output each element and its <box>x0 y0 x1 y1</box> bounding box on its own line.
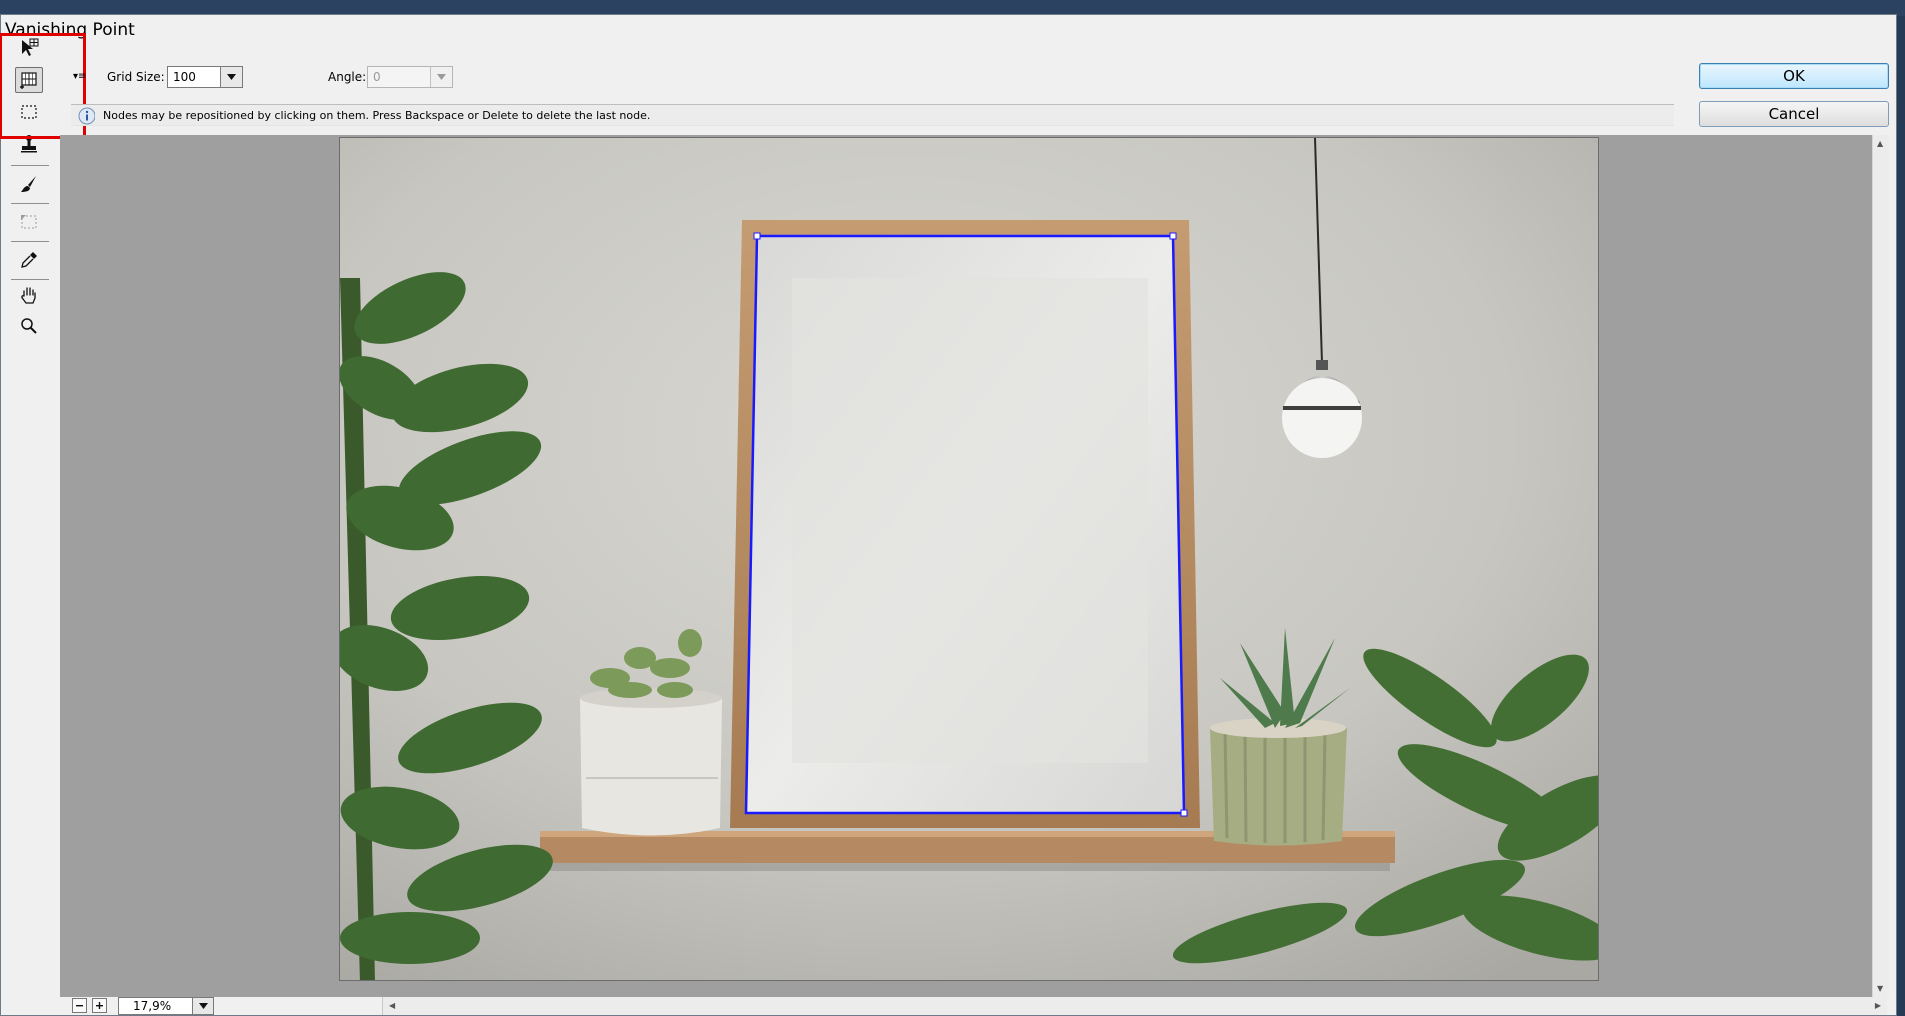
preview-canvas[interactable] <box>60 135 1872 997</box>
toolbox-divider <box>11 203 49 204</box>
scene-illustration <box>340 138 1598 980</box>
horizontal-scrollbar[interactable]: ◀ ▶ <box>382 997 1887 1015</box>
preview-image <box>339 137 1599 981</box>
chevron-down-icon <box>198 1003 208 1009</box>
chevron-down-icon <box>227 74 236 80</box>
hand-icon <box>21 287 36 304</box>
grid-size-dropdown-button[interactable] <box>220 67 242 87</box>
transform-icon <box>21 215 37 229</box>
info-bar: Nodes may be repositioned by clicking on… <box>71 104 1674 126</box>
eyedropper-icon <box>21 252 37 268</box>
scroll-right-arrow-icon[interactable]: ▶ <box>1875 1001 1881 1010</box>
marquee-tool[interactable] <box>15 99 43 125</box>
info-icon <box>78 107 95 125</box>
angle-label: Angle: <box>328 70 367 84</box>
angle-dropdown-button[interactable] <box>430 67 452 87</box>
toolbox-divider <box>11 279 49 280</box>
stamp-icon <box>21 135 37 153</box>
options-menu-icon[interactable]: ▾≡ <box>73 71 86 82</box>
grid-size-combo[interactable]: 100 <box>167 66 243 88</box>
status-bar: 17,9% ◀ ▶ <box>60 997 1889 1015</box>
plus-icon <box>96 1002 103 1009</box>
edit-plane-arrow-icon <box>22 38 39 56</box>
brush-icon <box>21 176 36 192</box>
zoom-level-combo[interactable]: 17,9% <box>118 997 214 1015</box>
ok-button[interactable]: OK <box>1699 63 1889 89</box>
chevron-down-icon <box>437 74 446 80</box>
transform-tool[interactable] <box>15 209 43 235</box>
zoom-dropdown-button[interactable] <box>192 998 213 1014</box>
vanishing-point-dialog: Vanishing Point ▾≡ Grid Size: 100 Angle:… <box>0 14 1897 1016</box>
cancel-button[interactable]: Cancel <box>1699 101 1889 127</box>
marquee-icon <box>21 105 37 119</box>
toolbox-divider <box>11 241 49 242</box>
create-plane-tool[interactable] <box>15 67 43 93</box>
zoom-in-button[interactable] <box>92 998 107 1013</box>
dialog-titlebar: Vanishing Point <box>1 15 1896 49</box>
zoom-out-button[interactable] <box>72 998 87 1013</box>
edit-plane-tool[interactable] <box>15 35 43 61</box>
grid-size-label: Grid Size: <box>107 70 165 84</box>
toolbox-divider <box>11 165 49 166</box>
hand-tool[interactable] <box>15 283 43 309</box>
eyedropper-tool[interactable] <box>15 247 43 273</box>
vertical-scrollbar[interactable]: ▲ ▼ <box>1872 135 1889 997</box>
scroll-down-arrow-icon[interactable]: ▼ <box>1877 984 1883 993</box>
angle-combo[interactable]: 0 <box>367 66 453 88</box>
zoom-tool[interactable] <box>15 313 43 339</box>
background-app-edge <box>1897 16 1905 1016</box>
minus-icon <box>76 1005 83 1007</box>
info-message: Nodes may be repositioned by clicking on… <box>103 109 651 122</box>
magnifier-icon <box>21 318 37 334</box>
zoom-level-value: 17,9% <box>133 999 172 1013</box>
stamp-tool[interactable] <box>15 131 43 157</box>
angle-value: 0 <box>373 70 381 84</box>
scroll-left-arrow-icon[interactable]: ◀ <box>389 1001 395 1010</box>
create-plane-icon <box>20 72 37 89</box>
grid-size-value: 100 <box>173 70 196 84</box>
brush-tool[interactable] <box>15 171 43 197</box>
scroll-up-arrow-icon[interactable]: ▲ <box>1877 139 1883 148</box>
